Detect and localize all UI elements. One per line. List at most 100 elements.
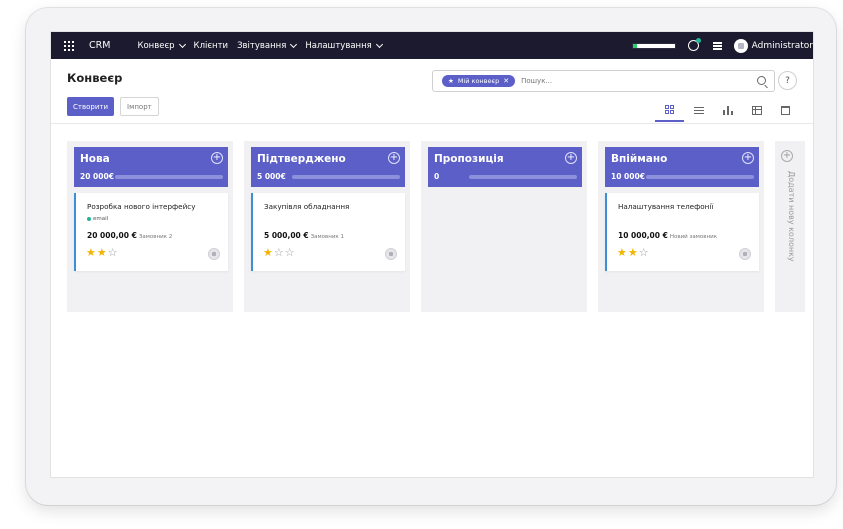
card-amount: 20 000,00 € Замовник 2: [87, 231, 172, 240]
help-button[interactable]: ?: [778, 71, 797, 90]
user-name[interactable]: Administrator: [752, 41, 813, 51]
star-icon[interactable]: ☆: [108, 247, 118, 258]
card-customer: Замовник 2: [138, 234, 173, 240]
user-avatar[interactable]: [733, 38, 748, 53]
menu-item-customers[interactable]: Клієнти: [194, 41, 229, 51]
star-icon: ★: [448, 77, 454, 85]
star-icon[interactable]: ★: [263, 247, 273, 258]
card-customer: Замовник 1: [310, 234, 345, 240]
search-facet[interactable]: ★ Мій конвеєр ✕: [442, 75, 516, 87]
add-column-button[interactable]: + Додати нову колонку: [775, 141, 805, 312]
quick-create-icon[interactable]: +: [742, 152, 754, 164]
assignee-avatar: [208, 248, 220, 260]
search-bar: ★ Мій конвеєр ✕: [432, 70, 775, 92]
progress-bar: [631, 42, 676, 49]
messages-icon[interactable]: [712, 41, 722, 50]
calendar-view-button[interactable]: [771, 98, 800, 122]
column-sum: 10 000€: [611, 172, 645, 181]
column-title[interactable]: Підтверджено: [257, 153, 346, 165]
amount-value: 5 000,00 €: [264, 231, 309, 240]
card-amount: 10 000,00 € Новий замовник: [618, 231, 717, 240]
menu-item-pipeline[interactable]: Конвеєр: [137, 40, 186, 51]
pivot-view-button[interactable]: [742, 98, 771, 122]
menu-item-label: Конвеєр: [137, 40, 175, 51]
import-button[interactable]: Імпорт: [120, 97, 159, 116]
tag-dot-icon: [87, 217, 91, 221]
kanban-view-button[interactable]: [655, 98, 684, 122]
kanban-column-proposition: Пропозиція + 0: [421, 141, 587, 312]
assignee-avatar: [385, 248, 397, 260]
priority-stars[interactable]: ★ ☆ ☆: [263, 247, 295, 258]
star-icon[interactable]: ★: [86, 247, 96, 258]
kanban-card[interactable]: Розробка нового інтерфейсу email 20 000,…: [74, 193, 228, 271]
column-sum-value: 5 000: [257, 172, 281, 181]
column-sum: 20 000€: [80, 172, 114, 181]
column-header: Пропозиція + 0: [428, 147, 582, 187]
star-icon[interactable]: ☆: [639, 247, 649, 258]
column-progress-bar: [115, 175, 223, 179]
list-view-button[interactable]: [684, 98, 713, 122]
top-navbar: CRM Конвеєр Клієнти Звітування Налаштува…: [51, 32, 813, 59]
kanban-column-qualified: Підтверджено + 5 000€ Закупівля обладнан…: [244, 141, 410, 312]
assignee-avatar: [739, 248, 751, 260]
column-sum-value: 10 000: [611, 172, 640, 181]
graph-view-button[interactable]: [713, 98, 742, 122]
menu-item-settings[interactable]: Налаштування: [305, 40, 383, 51]
search-input[interactable]: [521, 77, 722, 85]
close-icon[interactable]: ✕: [503, 77, 509, 85]
quick-create-icon[interactable]: +: [388, 152, 400, 164]
card-title: Налаштування телефонії: [618, 202, 714, 211]
pivot-table-icon: [751, 105, 762, 115]
app-screen: CRM Конвеєр Клієнти Звітування Налаштува…: [50, 31, 814, 478]
column-sum: 5 000€: [257, 172, 286, 181]
priority-stars[interactable]: ★ ★ ☆: [86, 247, 118, 258]
column-header: Нова + 20 000€: [74, 147, 228, 187]
activity-clock-icon[interactable]: [687, 38, 701, 51]
chevron-down-icon: [290, 40, 298, 48]
facet-label: Мій конвеєр: [457, 77, 500, 85]
kanban-card[interactable]: Закупівля обладнання 5 000,00 € Замовник …: [251, 193, 405, 271]
apps-grid-icon[interactable]: [64, 40, 74, 51]
navbar-systray: Administrator: [631, 32, 813, 59]
quick-create-icon[interactable]: +: [565, 152, 577, 164]
column-sum: 0: [434, 172, 439, 181]
menu-item-reporting[interactable]: Звітування: [237, 40, 298, 51]
column-progress-bar: [469, 175, 577, 179]
star-icon[interactable]: ★: [97, 247, 107, 258]
tag-label: email: [93, 216, 109, 222]
search-icon[interactable]: [757, 76, 766, 85]
star-icon[interactable]: ☆: [274, 247, 284, 258]
view-switcher: [655, 98, 800, 122]
star-icon[interactable]: ☆: [285, 247, 295, 258]
chevron-down-icon: [178, 40, 186, 48]
column-progress-bar: [646, 175, 754, 179]
star-icon[interactable]: ★: [628, 247, 638, 258]
kanban-card[interactable]: Налаштування телефонії 10 000,00 € Новий …: [605, 193, 759, 271]
menu-item-label: Налаштування: [305, 40, 372, 51]
card-tag: email: [87, 216, 108, 222]
plus-circle-icon[interactable]: +: [781, 150, 793, 162]
quick-create-icon[interactable]: +: [211, 152, 223, 164]
column-header: Впіймано + 10 000€: [605, 147, 759, 187]
star-icon[interactable]: ★: [617, 247, 627, 258]
amount-value: 10 000,00 €: [618, 231, 668, 240]
create-button[interactable]: Створити: [67, 97, 114, 116]
kanban-column-won: Впіймано + 10 000€ Налаштування телефоні…: [598, 141, 764, 312]
column-currency: €: [108, 172, 114, 181]
column-sum-value: 0: [434, 172, 440, 181]
column-sum-value: 20 000: [80, 172, 109, 181]
kanban-board: Нова + 20 000€ Розробка нового інтерфейс…: [51, 124, 813, 477]
column-currency: €: [639, 172, 645, 181]
menu-item-label: Звітування: [237, 40, 287, 51]
priority-stars[interactable]: ★ ★ ☆: [617, 247, 649, 258]
column-title[interactable]: Впіймано: [611, 153, 667, 165]
column-header: Підтверджено + 5 000€: [251, 147, 405, 187]
chevron-down-icon: [375, 40, 383, 48]
app-brand[interactable]: CRM: [89, 40, 110, 51]
add-column-label[interactable]: Додати нову колонку: [787, 171, 796, 262]
progress-fill: [632, 43, 637, 48]
list-icon: [693, 106, 704, 114]
bar-chart-icon: [722, 105, 733, 115]
column-title[interactable]: Нова: [80, 153, 110, 165]
column-title[interactable]: Пропозиція: [434, 153, 504, 165]
